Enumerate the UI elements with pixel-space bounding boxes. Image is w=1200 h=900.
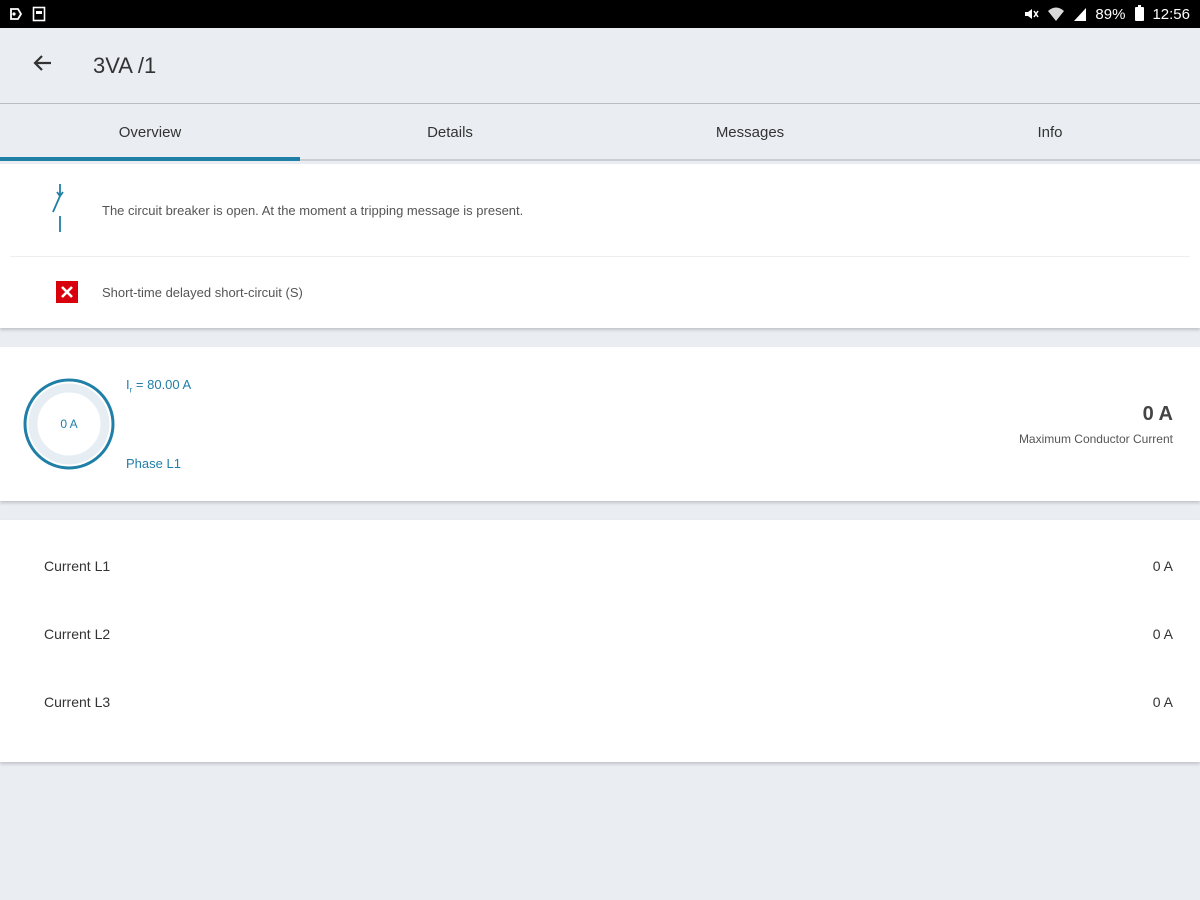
battery-icon xyxy=(1135,5,1145,21)
list-item: Current L1 0 A xyxy=(0,546,1200,586)
currents-card: Current L1 0 A Current L2 0 A Current L3… xyxy=(0,520,1200,762)
page-title: 3VA /1 xyxy=(93,52,157,78)
tab-details[interactable]: Details xyxy=(300,105,600,159)
current-label: Current L1 xyxy=(44,558,111,574)
list-item: Current L2 0 A xyxy=(0,614,1200,654)
trip-message-text: Short-time delayed short-circuit (S) xyxy=(102,284,303,300)
current-value: 0 A xyxy=(1152,626,1173,642)
phase-label: Phase L1 xyxy=(126,456,181,471)
current-gauge: 0 A xyxy=(22,377,116,471)
tab-bar: Overview Details Messages Info xyxy=(0,105,1200,161)
current-value: 0 A xyxy=(1152,558,1173,574)
max-current-value: 0 A xyxy=(1142,403,1173,425)
mute-icon xyxy=(1023,6,1040,22)
current-label: Current L2 xyxy=(44,626,111,642)
breaker-state-row: The circuit breaker is open. At the mome… xyxy=(0,164,1200,256)
current-gauge-card: 0 A Ir = 80.00 A Phase L1 0 A Maximum Co… xyxy=(0,347,1200,501)
breaker-status-card: The circuit breaker is open. At the mome… xyxy=(0,164,1200,328)
breaker-status-text: The circuit breaker is open. At the mome… xyxy=(102,202,524,218)
current-value: 0 A xyxy=(1152,694,1173,710)
app-bar: 3VA /1 xyxy=(0,28,1200,104)
tab-messages[interactable]: Messages xyxy=(600,105,900,159)
signal-icon xyxy=(1073,6,1087,22)
battery-percent: 89% xyxy=(1095,5,1126,23)
current-label: Current L3 xyxy=(44,694,111,710)
status-bar: 89% 12:56 xyxy=(0,0,1200,28)
wifi-icon xyxy=(1047,6,1065,22)
back-button[interactable] xyxy=(23,46,63,86)
storage-icon xyxy=(32,6,46,22)
arrow-left-icon xyxy=(32,52,54,79)
list-item: Current L3 0 A xyxy=(0,682,1200,722)
gauge-value: 0 A xyxy=(60,417,78,431)
max-current-label: Maximum Conductor Current xyxy=(1018,432,1173,446)
rated-current-label: Ir = 80.00 A xyxy=(126,377,192,395)
tab-info[interactable]: Info xyxy=(900,105,1200,159)
error-icon xyxy=(56,281,78,303)
tab-overview[interactable]: Overview xyxy=(0,105,300,161)
clock: 12:56 xyxy=(1152,5,1190,23)
usb-icon xyxy=(8,6,24,22)
trip-message-row: Short-time delayed short-circuit (S) xyxy=(0,257,1200,327)
breaker-open-icon xyxy=(48,182,72,239)
